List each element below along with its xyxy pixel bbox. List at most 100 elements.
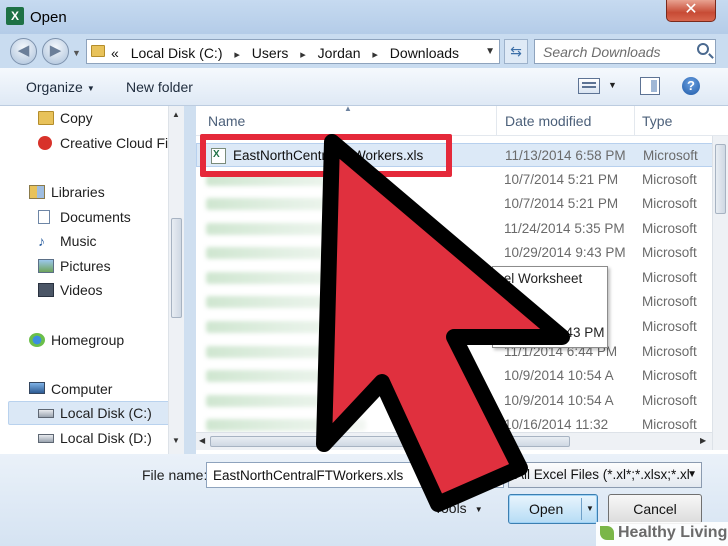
file-type: Microsoft xyxy=(642,417,697,432)
cancel-button[interactable]: Cancel xyxy=(608,494,702,524)
table-row[interactable]: Microsoft xyxy=(196,266,728,290)
file-date: 11/24/2014 5:35 PM xyxy=(504,221,625,236)
breadcrumb-separator-icon[interactable]: ▸ xyxy=(234,49,240,61)
file-list-vertical-scrollbar[interactable] xyxy=(712,136,728,450)
organize-button[interactable]: Organize ▼ xyxy=(26,79,95,95)
scroll-right-icon[interactable]: ▶ xyxy=(700,436,706,445)
nav-item-local-disk-c[interactable]: Local Disk (C:) xyxy=(38,405,152,421)
table-row[interactable]: Microsoft xyxy=(196,290,728,314)
view-options-dropdown-icon[interactable]: ▼ xyxy=(608,80,617,90)
table-row[interactable]: 10/9/2014 10:54 A Microsoft xyxy=(196,389,728,413)
breadcrumb-jordan[interactable]: Jordan xyxy=(318,45,361,61)
breadcrumb-separator-icon[interactable]: ▸ xyxy=(300,49,306,61)
breadcrumb-local-disk-c[interactable]: Local Disk (C:) xyxy=(131,45,223,61)
breadcrumb-downloads[interactable]: Downloads xyxy=(390,45,459,61)
file-type: Microsoft xyxy=(642,294,697,309)
tools-button[interactable]: Tools ▼ xyxy=(434,500,483,516)
table-row[interactable]: 10/29/2014 9:43 PM Microsoft xyxy=(196,241,728,265)
split-divider xyxy=(581,498,582,520)
file-date: 10/9/2014 10:54 A xyxy=(504,393,614,408)
table-row[interactable]: 10/9/2014 10:54 A Microsoft xyxy=(196,364,728,388)
nav-item-documents[interactable]: Documents xyxy=(38,209,131,225)
blurred-file-name xyxy=(206,346,366,358)
file-type: Microsoft xyxy=(642,270,697,285)
new-folder-button[interactable]: New folder xyxy=(126,79,193,95)
excel-icon: X xyxy=(6,7,24,25)
column-date-modified[interactable]: Date modified xyxy=(505,113,591,129)
help-icon[interactable]: ? xyxy=(682,77,700,95)
forward-icon[interactable]: ▶ xyxy=(42,38,69,65)
table-row[interactable]: 11/1/2014 6:44 PM Microsoft xyxy=(196,340,728,364)
nav-item-label: Computer xyxy=(51,381,113,397)
scroll-left-icon[interactable]: ◀ xyxy=(199,436,205,445)
watermark-text: Healthy Living xyxy=(618,524,728,541)
column-type[interactable]: Type xyxy=(642,113,672,129)
sort-ascending-icon: ▲ xyxy=(344,106,352,113)
nav-item-copy[interactable]: Copy xyxy=(38,110,93,126)
file-list-horizontal-scrollbar[interactable]: ◀ ▶ xyxy=(196,432,712,450)
nav-item-label: Music xyxy=(60,233,97,249)
column-divider[interactable] xyxy=(496,106,497,136)
nav-item-pictures[interactable]: Pictures xyxy=(38,258,111,274)
address-dropdown-icon[interactable]: ▼ xyxy=(485,46,495,57)
refresh-icon[interactable]: ⇆ xyxy=(504,39,528,64)
horizontal-scroll-thumb[interactable] xyxy=(210,436,570,447)
file-type: Microsoft xyxy=(642,172,697,187)
column-header-row: ▲ Name Date modified Type xyxy=(196,106,728,136)
nav-item-local-disk-d[interactable]: Local Disk (D:) xyxy=(38,430,152,446)
vertical-scroll-thumb[interactable] xyxy=(715,144,726,214)
pictures-icon xyxy=(38,259,54,273)
nav-item-homegroup[interactable]: Homegroup xyxy=(29,332,125,348)
tooltip-date: 4 9:43 PM xyxy=(543,325,605,340)
blurred-file-name xyxy=(206,321,366,333)
scroll-up-icon[interactable]: ▲ xyxy=(172,110,180,119)
search-input[interactable] xyxy=(535,40,685,63)
nav-item-label: Copy xyxy=(60,110,93,126)
nav-item-label: Homegroup xyxy=(51,332,125,348)
nav-item-videos[interactable]: Videos xyxy=(38,282,103,298)
nav-item-label: Videos xyxy=(60,282,103,298)
nav-item-computer[interactable]: Computer xyxy=(29,381,113,397)
file-date: 10/29/2014 9:43 PM xyxy=(504,245,626,260)
back-icon[interactable]: ◀ xyxy=(10,38,37,65)
table-row[interactable]: 10/7/2014 5:21 PM Microsoft xyxy=(196,192,728,216)
nav-item-libraries[interactable]: Libraries xyxy=(29,184,105,200)
preview-pane-icon[interactable] xyxy=(640,77,660,95)
table-row[interactable]: 11/24/2014 5:35 PM Microsoft xyxy=(196,217,728,241)
nav-item-creative-cloud[interactable]: Creative Cloud Fil xyxy=(38,135,171,151)
search-box xyxy=(534,39,716,64)
file-type: Microsoft xyxy=(642,221,697,236)
scroll-down-icon[interactable]: ▼ xyxy=(172,436,180,445)
breadcrumb-overflow[interactable]: « xyxy=(111,45,119,61)
nav-scroll-thumb[interactable] xyxy=(171,218,182,318)
tools-label: Tools xyxy=(434,500,467,516)
chevron-down-icon: ▼ xyxy=(687,469,697,480)
column-name[interactable]: Name xyxy=(208,113,245,129)
address-bar[interactable]: « Local Disk (C:) ▸ Users ▸ Jordan ▸ Dow… xyxy=(86,39,500,64)
open-options-dropdown-icon[interactable]: ▼ xyxy=(586,504,594,513)
leaf-logo-icon xyxy=(600,526,614,540)
file-type-filter-value: All Excel Files (*.xl*;*.xlsx;*.xl xyxy=(515,467,690,482)
breadcrumb-users[interactable]: Users xyxy=(252,45,289,61)
change-view-icon[interactable] xyxy=(578,78,600,94)
blurred-file-name xyxy=(206,247,366,259)
column-divider[interactable] xyxy=(634,106,635,136)
nav-item-label: Documents xyxy=(60,209,131,225)
recent-pages-dropdown-icon[interactable]: ▼ xyxy=(72,48,81,58)
window-title: Open xyxy=(30,9,67,26)
nav-item-music[interactable]: ♪ Music xyxy=(38,233,97,249)
chevron-down-icon: ▼ xyxy=(474,504,483,514)
file-list: ▲ Name Date modified Type EastNorthCentr… xyxy=(196,106,728,454)
search-icon[interactable] xyxy=(697,43,709,55)
nav-scrollbar[interactable]: ▲ ▼ xyxy=(168,106,184,454)
open-button[interactable]: Open ▼ xyxy=(508,494,598,524)
breadcrumb: « Local Disk (C:) ▸ Users ▸ Jordan ▸ Dow… xyxy=(111,45,467,61)
table-row[interactable]: Microsoft xyxy=(196,315,728,339)
breadcrumb-separator-icon[interactable]: ▸ xyxy=(372,49,378,61)
file-type-filter-select[interactable]: All Excel Files (*.xl*;*.xlsx;*.xl ▼ xyxy=(508,462,702,488)
file-type: Microsoft xyxy=(642,344,697,359)
file-name-input[interactable] xyxy=(206,462,504,488)
close-button[interactable]: ✕ xyxy=(666,0,716,22)
nav-item-label: Local Disk (C:) xyxy=(60,405,152,421)
open-label: Open xyxy=(529,501,564,517)
